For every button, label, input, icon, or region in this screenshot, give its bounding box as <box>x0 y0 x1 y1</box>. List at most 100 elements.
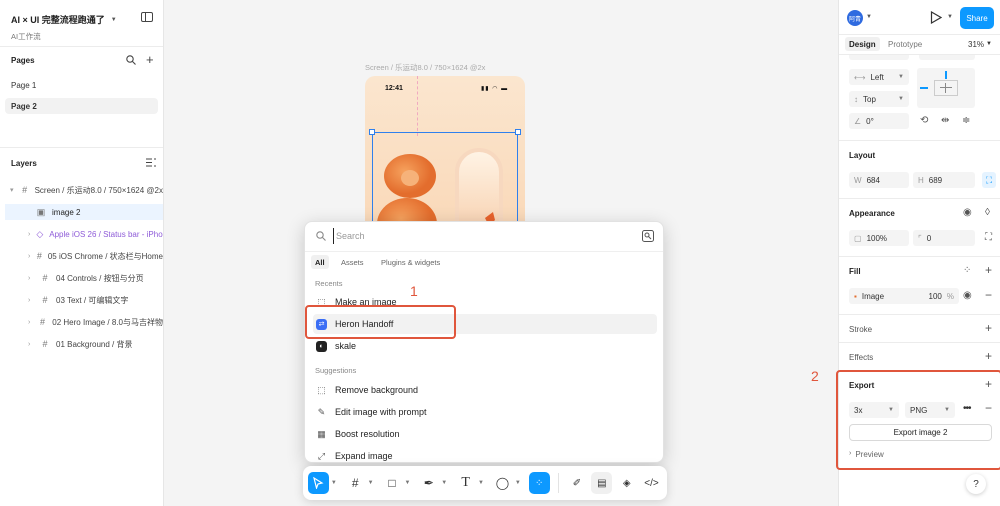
present-button[interactable] <box>930 11 942 24</box>
actions-button[interactable]: ⁘ <box>528 472 550 494</box>
tab-design[interactable]: Design <box>845 37 880 51</box>
fill-row[interactable]: ▪ Image 100% <box>849 288 959 304</box>
rotation-field[interactable]: ∠ 0° <box>849 113 909 129</box>
design-mode-button[interactable]: ▤ <box>591 472 613 494</box>
resize-handle[interactable] <box>515 129 521 135</box>
quick-actions-popup: Search All Assets Plugins & widgets Rece… <box>304 221 664 463</box>
blend-mode-icon[interactable]: ◊ <box>985 207 990 218</box>
chevron-down-icon[interactable]: ▼ <box>947 14 953 20</box>
image-search-icon[interactable] <box>642 230 654 242</box>
chevron-down-icon[interactable]: ▼ <box>478 480 484 486</box>
chevron-right-icon[interactable]: › <box>28 297 34 304</box>
eye-icon[interactable]: ◉ <box>963 290 972 301</box>
fill-unit: % <box>946 291 954 301</box>
constraints-widget[interactable] <box>917 68 975 108</box>
pen-tool-button[interactable]: ✒ <box>418 472 439 494</box>
chevron-right-icon[interactable]: › <box>28 231 30 238</box>
chevron-down-icon[interactable]: ▼ <box>866 14 872 20</box>
layout-title: Layout <box>849 151 876 160</box>
chevron-down-icon[interactable]: ▼ <box>441 480 447 486</box>
play-icon <box>930 11 942 24</box>
comment-tool-button[interactable]: ◯ <box>492 472 513 494</box>
vertical-constraint-dropdown[interactable]: ↕ Top ▼ <box>849 91 909 107</box>
move-tool-button[interactable] <box>308 472 329 494</box>
tab-assets[interactable]: Assets <box>341 255 364 269</box>
list-item-expand-image[interactable]: ⤢ Expand image <box>313 446 657 466</box>
chevron-right-icon[interactable]: › <box>28 341 34 348</box>
layer-row-status-bar[interactable]: › ◇ Apple iOS 26 / Status bar - iPhone <box>0 226 163 242</box>
list-item-edit-image[interactable]: ✎ Edit image with prompt <box>313 402 657 422</box>
horizontal-constraint-dropdown[interactable]: ⟷ Left ▼ <box>849 69 909 85</box>
bottom-toolbar: ▼ # ▼ □ ▼ ✒ ▼ T ▼ ◯ ▼ ⁘ ✐ ▤ ◈ </> <box>303 466 667 500</box>
layer-row-hero-image[interactable]: › # 02 Hero Image / 8.0与马吉祥物 <box>0 314 163 330</box>
flip-horizontal-icon[interactable]: ⇹ <box>941 115 949 126</box>
list-item-skale[interactable]: ◐ skale <box>313 336 657 356</box>
list-item-boost-resolution[interactable]: ▦ Boost resolution <box>313 424 657 444</box>
opacity-field[interactable]: ▢ 100% <box>849 230 909 246</box>
rotate-icon[interactable]: ⟲ <box>920 115 928 126</box>
sidebar-toggle-icon[interactable] <box>141 12 153 22</box>
annotation-box-2 <box>836 370 1000 470</box>
frame-tool-button[interactable]: # <box>345 472 366 494</box>
layer-label: 05 iOS Chrome / 状态栏与Home <box>47 251 163 261</box>
avatar[interactable]: 阿青 <box>847 10 863 26</box>
chevron-right-icon[interactable]: › <box>28 253 31 260</box>
add-page-icon[interactable]: + <box>146 52 154 67</box>
corner-radius-field[interactable]: ⌜ 0 <box>913 230 975 246</box>
layer-label: image 2 <box>52 207 81 217</box>
flip-vertical-icon[interactable]: ≑ <box>962 115 970 126</box>
layer-list-icon[interactable] <box>146 158 156 167</box>
rectangle-icon: □ <box>388 476 396 490</box>
add-fill-icon[interactable]: + <box>985 264 992 276</box>
magic-wand-icon: ✎ <box>317 406 326 417</box>
chevron-down-icon[interactable]: ▼ <box>404 480 410 486</box>
share-button[interactable]: Share <box>960 7 994 29</box>
shape-tool-button[interactable]: □ <box>382 472 403 494</box>
pen-icon: ✒ <box>423 476 434 490</box>
chevron-down-icon[interactable]: ▼ <box>331 480 337 486</box>
chevron-down-icon[interactable]: ▾ <box>10 186 15 194</box>
layer-row-image-2[interactable]: ▣ image 2 <box>5 204 163 220</box>
opacity-value: 100% <box>866 233 888 243</box>
code-icon: </> <box>644 477 659 489</box>
resize-to-fit-icon[interactable]: ⛶ <box>982 172 996 188</box>
text-tool-button[interactable]: T <box>455 472 476 494</box>
layer-row-background[interactable]: › # 01 Background / 背景 <box>0 336 163 352</box>
resize-handle[interactable] <box>369 129 375 135</box>
layer-row-controls[interactable]: › # 04 Controls / 按钮与分页 <box>0 270 163 286</box>
chevron-down-icon[interactable]: ▼ <box>515 480 521 486</box>
search-icon[interactable] <box>126 55 136 65</box>
page-item-2[interactable]: Page 2 <box>5 98 158 114</box>
chevron-down-icon[interactable]: ▼ <box>368 480 374 486</box>
list-item-remove-background[interactable]: ⬚ Remove background <box>313 380 657 400</box>
position-x-field[interactable] <box>849 55 909 60</box>
layer-row-text[interactable]: › # 03 Text / 可编辑文字 <box>0 292 163 308</box>
tab-prototype[interactable]: Prototype <box>888 37 922 51</box>
height-field[interactable]: H 689 <box>913 172 975 188</box>
frame-icon: # <box>22 185 28 195</box>
remove-fill-icon[interactable]: − <box>985 289 992 301</box>
status-time: 12:41 <box>385 85 403 92</box>
width-field[interactable]: W 684 <box>849 172 909 188</box>
tab-plugins-widgets[interactable]: Plugins & widgets <box>381 255 440 269</box>
chevron-right-icon[interactable]: › <box>28 275 34 282</box>
help-button[interactable]: ? <box>966 474 986 494</box>
styles-icon[interactable]: ⁘ <box>963 265 971 276</box>
dev-mode-button[interactable]: </> <box>641 472 662 494</box>
search-input[interactable]: Search <box>333 228 623 244</box>
add-effect-icon[interactable]: + <box>985 350 992 362</box>
tab-all[interactable]: All <box>311 255 329 269</box>
add-stroke-icon[interactable]: + <box>985 322 992 334</box>
frame-label[interactable]: Screen / 乐运动8.0 / 750×1624 @2x <box>365 62 485 73</box>
independent-corners-icon[interactable]: ⛶ <box>985 232 992 243</box>
chevron-right-icon[interactable]: › <box>28 319 33 326</box>
layer-row-ios-chrome[interactable]: › # 05 iOS Chrome / 状态栏与Home <box>0 248 163 264</box>
prototype-mode-button[interactable]: ◈ <box>616 472 637 494</box>
layer-row-screen[interactable]: ▾ # Screen / 乐运动8.0 / 750×1624 @2x <box>0 182 163 198</box>
zoom-dropdown[interactable]: 31% ▼ <box>968 37 992 51</box>
page-item-1[interactable]: Page 1 <box>0 77 163 93</box>
file-name-button[interactable]: AI × UI 完整流程跑通了 ▼ <box>11 13 117 26</box>
draw-mode-button[interactable]: ✐ <box>567 472 588 494</box>
position-y-field[interactable] <box>919 55 975 60</box>
eye-icon[interactable]: ◉ <box>963 207 972 218</box>
